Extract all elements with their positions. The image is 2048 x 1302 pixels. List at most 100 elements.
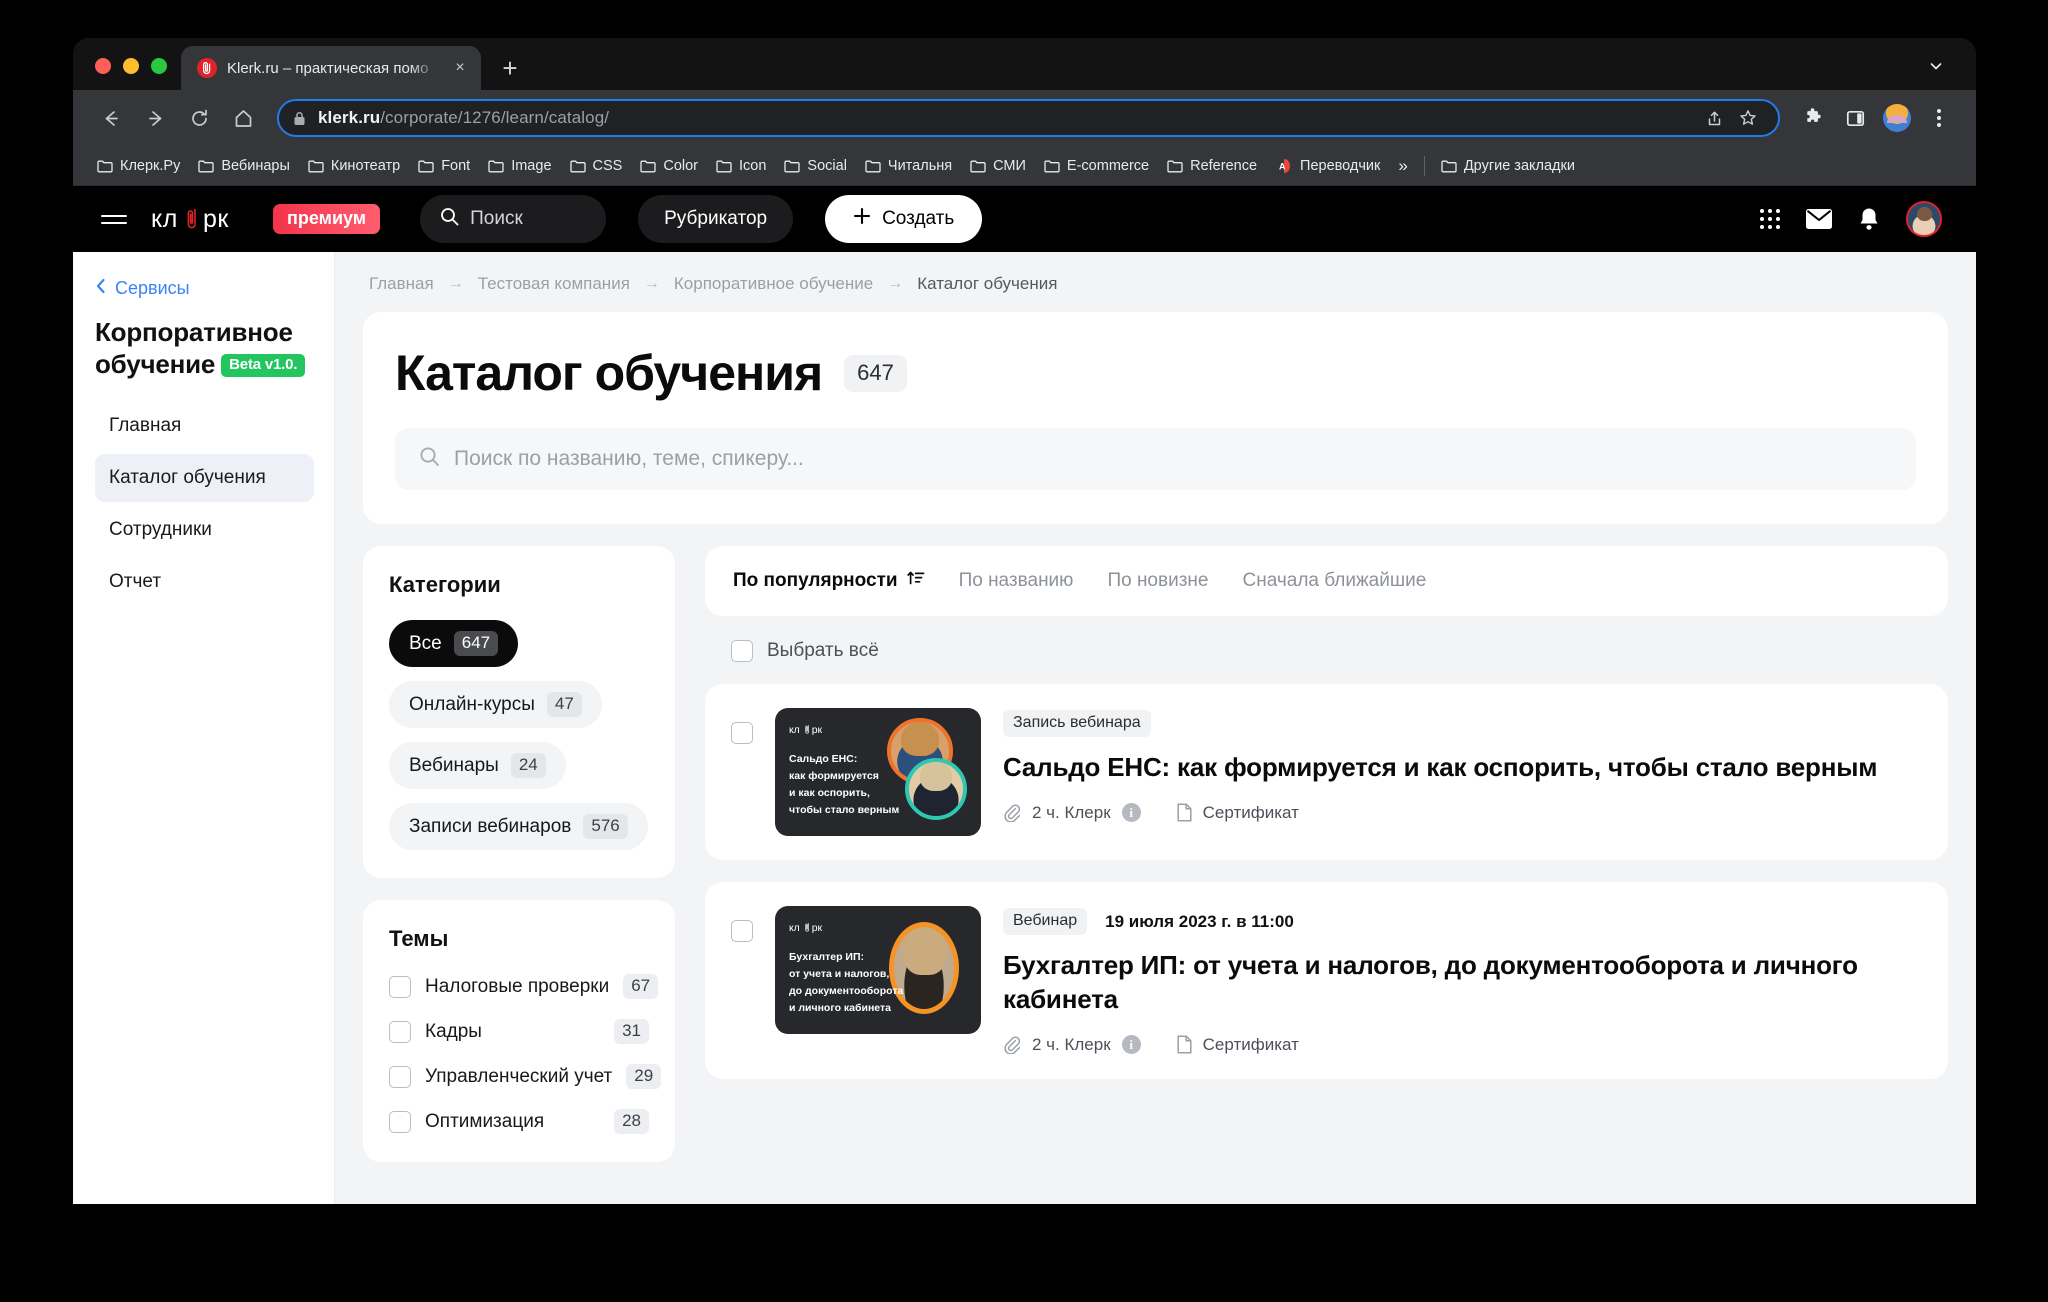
info-icon[interactable]: i — [1121, 803, 1141, 823]
new-tab-button[interactable]: + — [491, 49, 529, 87]
back-arrow-icon[interactable] — [91, 98, 131, 138]
bookmark-item[interactable]: Color — [632, 154, 706, 178]
bookmark-item[interactable]: Кинотеатр — [300, 154, 408, 178]
folder-icon — [1167, 159, 1183, 173]
burger-menu-icon[interactable] — [101, 209, 127, 230]
site-logo[interactable]: кл рк премиум — [151, 204, 381, 234]
bell-icon[interactable] — [1858, 207, 1880, 231]
info-icon[interactable]: i — [1121, 1035, 1141, 1055]
topic-label: Оптимизация — [425, 1110, 545, 1132]
bookmark-item[interactable]: Клерк.Ру — [89, 154, 188, 178]
course-card[interactable]: кл рк Сальдо ЕНС: как формируется и как … — [705, 684, 1948, 860]
course-checkbox[interactable] — [731, 920, 753, 942]
kebab-menu-icon[interactable] — [1920, 99, 1958, 137]
reload-icon[interactable] — [179, 98, 219, 138]
bookmark-item[interactable]: Читальня — [857, 154, 960, 178]
bookmark-item[interactable]: Reference — [1159, 154, 1265, 178]
sort-by-name[interactable]: По названию — [959, 570, 1074, 592]
url-path: /corporate/1276/learn/catalog/ — [380, 108, 610, 127]
breadcrumb-item[interactable]: Главная — [369, 274, 434, 294]
sort-by-newest[interactable]: По новизне — [1107, 570, 1208, 592]
category-chip-webinar-records[interactable]: Записи вебинаров 576 — [389, 803, 648, 850]
catalog-search-input[interactable]: Поиск по названию, теме, спикеру... — [395, 428, 1916, 490]
browser-toolbar: klerk.ru/corporate/1276/learn/catalog/ — [73, 90, 1976, 146]
bookmark-item[interactable]: Icon — [708, 154, 774, 178]
forward-arrow-icon[interactable] — [135, 98, 175, 138]
close-tab-button[interactable]: × — [449, 57, 471, 79]
folder-icon — [1044, 159, 1060, 173]
bookmark-item[interactable]: Image — [480, 154, 559, 178]
document-icon — [1177, 803, 1192, 822]
sort-by-popularity[interactable]: По популярности — [733, 569, 925, 593]
bookmark-label: Клерк.Ру — [120, 157, 181, 174]
browser-tab[interactable]: Klerk.ru – практическая помо × — [181, 46, 481, 90]
maximize-window-button[interactable] — [151, 58, 167, 74]
course-title[interactable]: Бухгалтер ИП: от учета и налогов, до док… — [1003, 949, 1922, 1017]
sort-by-nearest[interactable]: Сначала ближайшие — [1242, 570, 1426, 592]
rubricator-button[interactable]: Рубрикатор — [638, 195, 794, 243]
sidebar-item-employees[interactable]: Сотрудники — [95, 506, 314, 554]
user-avatar[interactable] — [1906, 201, 1942, 237]
bookmark-item[interactable]: E-commerce — [1036, 154, 1157, 178]
topic-count: 67 — [623, 974, 659, 999]
share-icon[interactable] — [1698, 102, 1730, 134]
category-chip-all[interactable]: Все 647 — [389, 620, 519, 667]
tab-title: Klerk.ru – практическая помо — [227, 59, 429, 77]
lock-icon — [293, 111, 306, 126]
chevron-down-icon[interactable] — [1922, 52, 1950, 80]
apps-grid-icon[interactable] — [1760, 209, 1780, 229]
select-all-row[interactable]: Выбрать всё — [705, 616, 1948, 684]
topic-checkbox[interactable] — [389, 1020, 411, 1043]
side-panel-icon[interactable] — [1836, 99, 1874, 137]
bookmarks-overflow-button[interactable]: » — [1390, 154, 1415, 178]
topic-row[interactable]: Оптимизация 28 — [389, 1109, 649, 1134]
course-checkbox[interactable] — [731, 722, 753, 744]
minimize-window-button[interactable] — [123, 58, 139, 74]
bookmark-item[interactable]: Font — [410, 154, 478, 178]
back-to-services-link[interactable]: Сервисы — [95, 278, 314, 299]
address-bar[interactable]: klerk.ru/corporate/1276/learn/catalog/ — [277, 99, 1780, 137]
translate-icon: A — [1275, 157, 1293, 175]
puzzle-icon[interactable] — [1794, 99, 1832, 137]
sidebar-item-report[interactable]: Отчет — [95, 558, 314, 606]
topic-checkbox[interactable] — [389, 1110, 411, 1133]
category-chip-webinars[interactable]: Вебинары 24 — [389, 742, 566, 789]
close-window-button[interactable] — [95, 58, 111, 74]
bookmark-item[interactable]: Вебинары — [190, 154, 298, 178]
topic-row[interactable]: Налоговые проверки 67 — [389, 974, 659, 999]
breadcrumb-item[interactable]: Корпоративное обучение — [674, 274, 873, 294]
home-icon[interactable] — [223, 98, 263, 138]
sidebar-item-home[interactable]: Главная — [95, 402, 314, 450]
course-card[interactable]: кл рк Бухгалтер ИП: от учета и налогов, — [705, 882, 1948, 1079]
topic-checkbox[interactable] — [389, 1065, 411, 1088]
profile-avatar[interactable] — [1878, 99, 1916, 137]
select-all-checkbox[interactable] — [731, 640, 753, 662]
bookmark-label: Вебинары — [221, 157, 290, 174]
category-chip-online-courses[interactable]: Онлайн-курсы 47 — [389, 681, 602, 728]
thumb-line: чтобы стало верным — [789, 804, 900, 816]
topic-label: Налоговые проверки — [425, 975, 610, 997]
mail-icon[interactable] — [1806, 209, 1832, 229]
search-input[interactable]: Поиск — [420, 195, 607, 243]
topic-checkbox[interactable] — [389, 975, 411, 998]
thumb-line: и личного кабинета — [789, 1002, 891, 1014]
star-icon[interactable] — [1732, 102, 1764, 134]
content-columns: Категории Все 647 Онлайн-курсы 47 Вебина… — [363, 546, 1948, 1162]
bookmark-item[interactable]: СМИ — [962, 154, 1034, 178]
topic-row[interactable]: Кадры 31 — [389, 1019, 649, 1044]
header-actions — [1760, 201, 1948, 237]
topic-row[interactable]: Управленческий учет 29 — [389, 1064, 662, 1089]
sidebar-item-catalog[interactable]: Каталог обучения — [95, 454, 314, 503]
thumb-line: как формируется — [789, 770, 879, 782]
bookmark-item[interactable]: Social — [776, 154, 855, 178]
bookmark-item[interactable]: CSS — [562, 154, 631, 178]
bookmarks-bar: Клерк.Ру Вебинары Кинотеатр Font Image C… — [73, 146, 1976, 186]
create-button[interactable]: Создать — [825, 195, 983, 243]
course-title[interactable]: Сальдо ЕНС: как формируется и как оспори… — [1003, 751, 1922, 785]
thumb-line: и как оспорить, — [789, 787, 870, 799]
bookmark-label: Reference — [1190, 157, 1258, 174]
breadcrumb-item[interactable]: Тестовая компания — [478, 274, 630, 294]
other-bookmarks-button[interactable]: Другие закладки — [1433, 154, 1583, 178]
category-count: 47 — [546, 692, 582, 717]
bookmark-item-translate[interactable]: A Переводчик — [1267, 153, 1388, 179]
